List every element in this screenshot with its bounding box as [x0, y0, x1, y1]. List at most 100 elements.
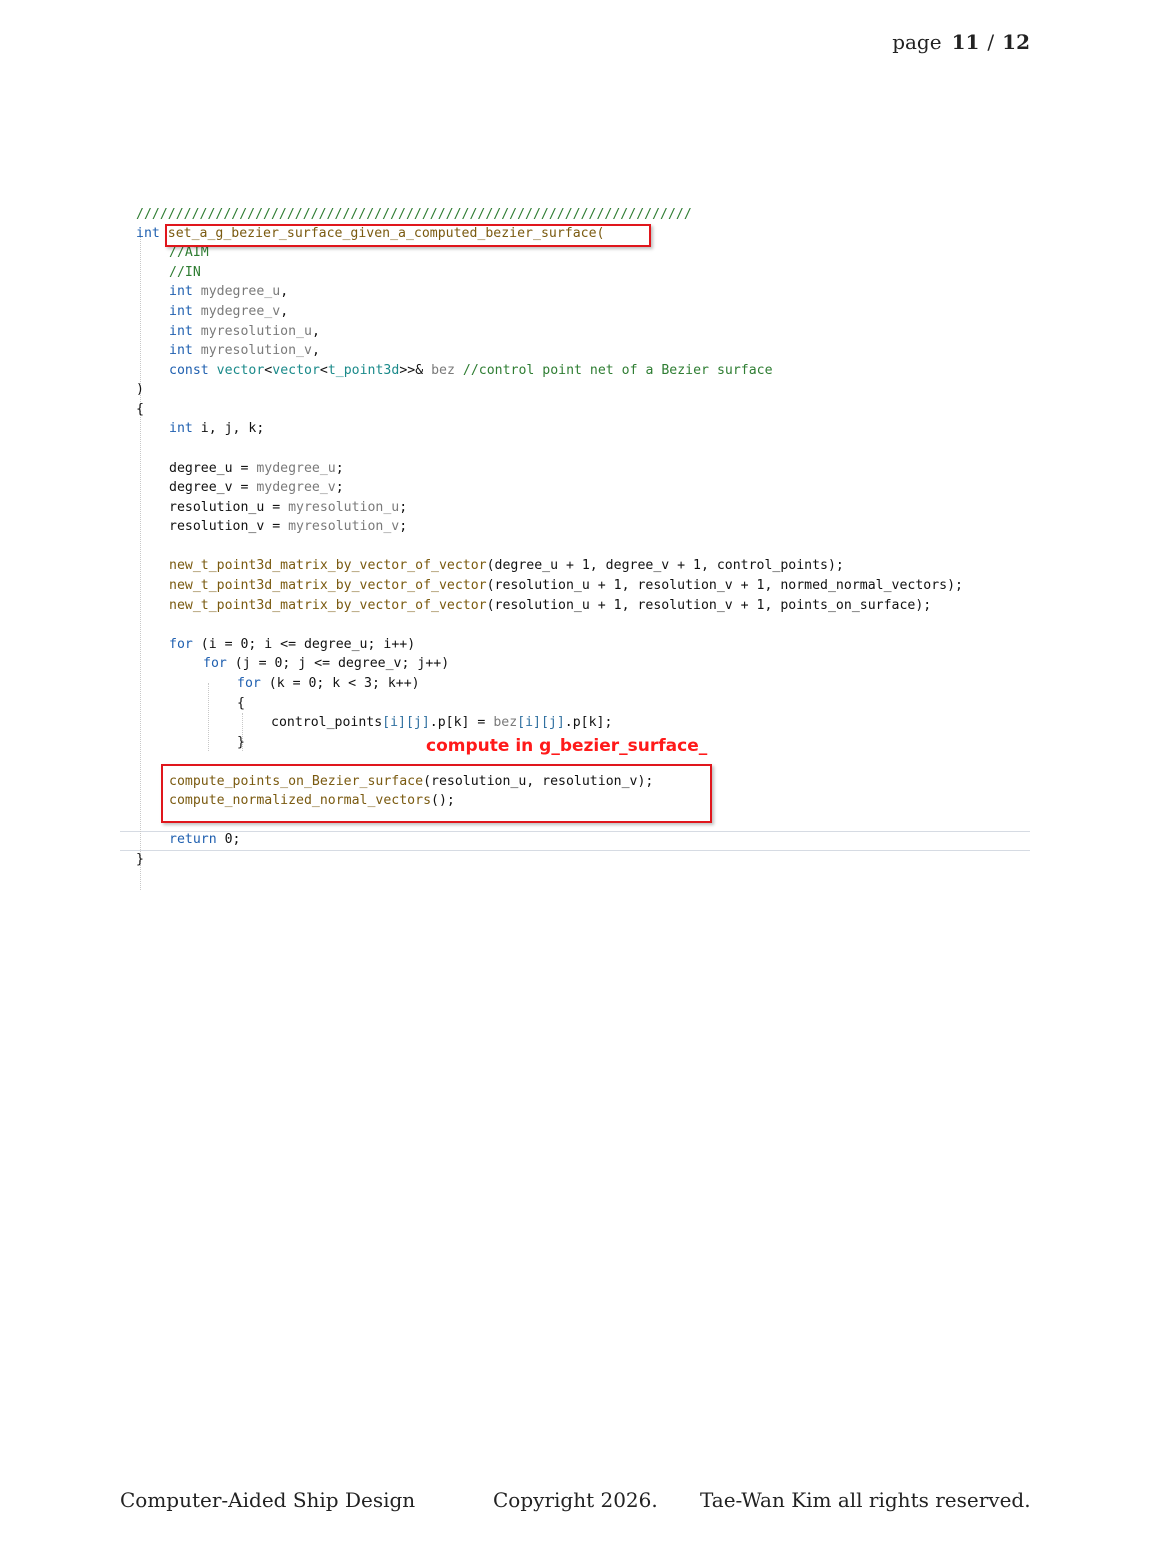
close-paren: ) [136, 382, 144, 397]
code-line-param-bez: const vector<vector<t_point3d>>& bez //c… [169, 361, 773, 380]
param-name: myresolution_u [200, 324, 312, 339]
semicolon: ; [335, 480, 344, 495]
body-index: [i][j] [382, 715, 430, 730]
call-args: (resolution_u + 1, resolution_v + 1, poi… [486, 598, 932, 613]
function-name-highlight-box [165, 224, 651, 247]
code-line-return: return 0; [169, 830, 240, 849]
annotation-label: compute in g_bezier_surface_ [426, 736, 708, 756]
code-line-decl: int i, j, k; [169, 419, 264, 438]
assign-lhs: resolution_u = [169, 500, 289, 515]
semicolon: ; [335, 461, 344, 476]
decl-type: int [169, 421, 193, 436]
close-brace: } [136, 852, 144, 867]
page-number: page 11 / 12 [892, 30, 1030, 54]
assign-lhs: resolution_v = [169, 519, 289, 534]
code-line-inner-open: { [237, 694, 245, 713]
code-line-param: int mydegree_v, [169, 302, 288, 321]
for-keyword: for [203, 656, 227, 671]
param-type: int [169, 324, 193, 339]
param-comma: , [280, 284, 289, 299]
param-comma: , [280, 304, 289, 319]
code-line-call: new_t_point3d_matrix_by_vector_of_vector… [169, 576, 963, 595]
code-line-close-brace: } [136, 850, 144, 869]
code-line-param: int mydegree_u, [169, 282, 288, 301]
code-line-for-j: for (j = 0; j <= degree_v; j++) [203, 654, 449, 673]
code-line-assign: resolution_u = myresolution_u; [169, 498, 407, 517]
assign-lhs: degree_u = [169, 461, 257, 476]
for-header: (k = 0; k < 3; k++) [260, 676, 420, 691]
code-line-param: int myresolution_u, [169, 322, 320, 341]
in-comment: //IN [169, 265, 201, 280]
return-value: 0; [216, 832, 241, 847]
param-name: myresolution_v [200, 343, 312, 358]
for-header: (j = 0; j <= degree_v; j++) [226, 656, 450, 671]
footer-right: Tae-Wan Kim all rights reserved. [700, 1488, 1031, 1512]
assign-rhs: myresolution_v [288, 519, 400, 534]
code-line-call: new_t_point3d_matrix_by_vector_of_vector… [169, 596, 931, 615]
code-line-param: int myresolution_v, [169, 341, 320, 360]
code-line-open-brace: { [136, 400, 144, 419]
compute-calls-highlight-box [161, 764, 712, 823]
body-mid: .p[k] = [429, 715, 494, 730]
code-line-close-paren: ) [136, 380, 144, 399]
call-function: new_t_point3d_matrix_by_vector_of_vector [169, 578, 487, 593]
banner-comment: ////////////////////////////////////////… [136, 207, 692, 222]
angle-bracket: < [319, 363, 328, 378]
code-line-for-k: for (k = 0; k < 3; k++) [237, 674, 420, 693]
param-type: int [169, 304, 193, 319]
indent-guide [208, 683, 209, 751]
page-total: 12 [1002, 30, 1030, 54]
page-separator: / [987, 30, 995, 54]
body-lhs: control_points [271, 715, 383, 730]
type-vector: vector [216, 363, 265, 378]
footer-left: Computer-Aided Ship Design [120, 1488, 416, 1512]
type-vector: vector [272, 363, 320, 378]
code-line-assign: degree_u = mydegree_u; [169, 459, 344, 478]
footer-center: Copyright 2026. [493, 1488, 658, 1512]
semicolon: ; [399, 500, 408, 515]
call-function: new_t_point3d_matrix_by_vector_of_vector [169, 598, 487, 613]
indent-guide [140, 236, 141, 890]
code-line-assign: resolution_v = myresolution_v; [169, 517, 407, 536]
call-args: (resolution_u + 1, resolution_v + 1, nor… [486, 578, 963, 593]
param-comma: , [311, 324, 320, 339]
body-end: .p[k]; [564, 715, 613, 730]
code-line-banner: ////////////////////////////////////////… [136, 205, 692, 224]
page-prefix: page [892, 30, 942, 54]
param-name: bez [431, 363, 455, 378]
code-line-inner-close: } [237, 733, 245, 752]
code-line-for-i: for (i = 0; i <= degree_u; i++) [169, 635, 415, 654]
param-type: int [169, 343, 193, 358]
angle-bracket-close: >>& [399, 363, 424, 378]
param-comment: //control point net of a Bezier surface [462, 363, 773, 378]
const-keyword: const [169, 363, 209, 378]
open-brace: { [136, 402, 144, 417]
code-line-call: new_t_point3d_matrix_by_vector_of_vector… [169, 556, 844, 575]
assign-rhs: myresolution_u [288, 500, 400, 515]
return-keyword: return [169, 832, 217, 847]
assign-rhs: mydegree_u [256, 461, 336, 476]
page-current: 11 [951, 30, 980, 54]
code-line-assign: degree_v = mydegree_v; [169, 478, 344, 497]
for-keyword: for [237, 676, 261, 691]
semicolon: ; [399, 519, 408, 534]
param-type: int [169, 284, 193, 299]
type-point3d: t_point3d [327, 363, 400, 378]
open-brace: { [237, 696, 245, 711]
param-comma: , [311, 343, 320, 358]
close-brace: } [237, 735, 245, 750]
param-name: mydegree_u [200, 284, 281, 299]
param-name: mydegree_v [200, 304, 281, 319]
call-function: new_t_point3d_matrix_by_vector_of_vector [169, 558, 487, 573]
code-line-in: //IN [169, 263, 201, 282]
aim-comment: //AIM [169, 245, 209, 260]
return-type: int [136, 226, 160, 241]
assign-lhs: degree_v = [169, 480, 257, 495]
for-keyword: for [169, 637, 193, 652]
for-header: (i = 0; i <= degree_u; i++) [192, 637, 416, 652]
assign-rhs: mydegree_v [256, 480, 336, 495]
body-bez: bez [493, 715, 518, 730]
code-line-loop-body: control_points[i][j].p[k] = bez[i][j].p[… [271, 713, 612, 732]
call-args: (degree_u + 1, degree_v + 1, control_poi… [486, 558, 844, 573]
body-index: [i][j] [517, 715, 565, 730]
